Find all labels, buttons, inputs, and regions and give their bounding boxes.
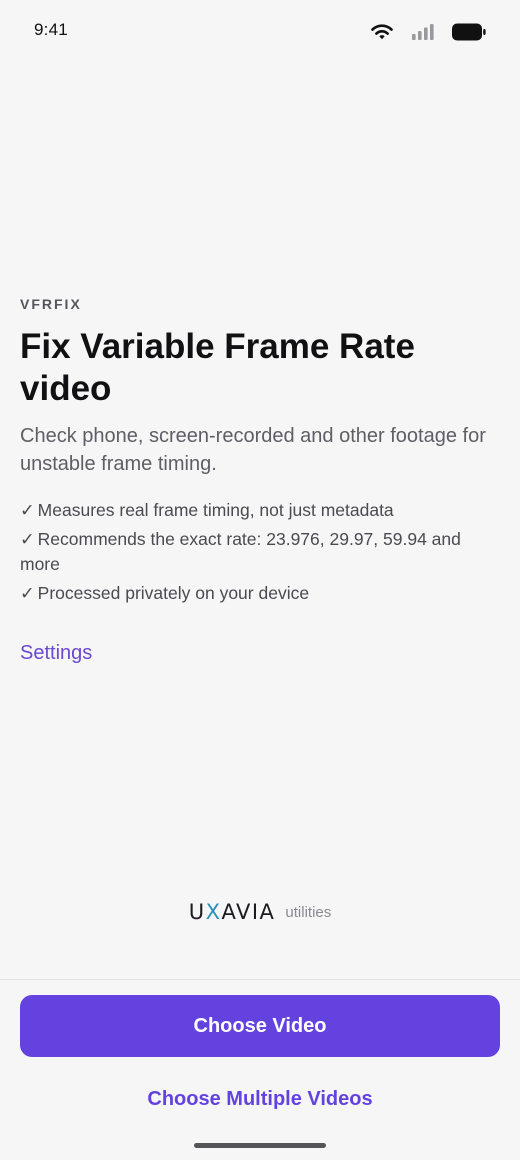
status-time: 9:41 (34, 20, 68, 39)
status-bar: 9:41 (0, 0, 520, 62)
feature-item: ✓ Measures real frame timing, not just me… (20, 498, 502, 523)
feature-text: Recommends the exact rate: 23.976, 29.97… (20, 529, 461, 574)
bottom-divider (0, 979, 520, 980)
choose-multiple-videos-button[interactable]: Choose Multiple Videos (20, 1074, 500, 1124)
wifi-icon (370, 23, 394, 41)
settings-link[interactable]: Settings (20, 642, 92, 665)
feature-item: ✓ Processed privately on your device (20, 581, 502, 606)
battery-icon (452, 23, 486, 41)
feature-text: Measures real frame timing, not just met… (37, 500, 394, 520)
feature-list: ✓ Measures real frame timing, not just me… (20, 498, 502, 605)
hero-section: VFRFIX Fix Variable Frame Rate video Che… (20, 296, 502, 665)
signal-icon (412, 24, 434, 40)
check-icon: ✓ (20, 529, 35, 549)
app-eyebrow: VFRFIX (20, 296, 82, 312)
page-subtitle: Check phone, screen-recorded and other f… (20, 425, 486, 475)
check-icon: ✓ (20, 582, 35, 603)
status-icons (370, 22, 486, 42)
brand-footer: UXAVIA utilities (0, 900, 520, 924)
uxavia-logo: UXAVIA (188, 900, 276, 924)
home-indicator (194, 1143, 326, 1148)
page-title: Fix Variable Frame Rate video (20, 327, 415, 408)
check-icon: ✓ (20, 500, 35, 520)
feature-item: ✓ Recommends the exact rate: 23.976, 29.9… (20, 527, 502, 576)
choose-video-button[interactable]: Choose Video (20, 995, 500, 1057)
feature-text: Processed privately on your device (37, 582, 310, 603)
brand-suffix: utilities (285, 903, 332, 921)
